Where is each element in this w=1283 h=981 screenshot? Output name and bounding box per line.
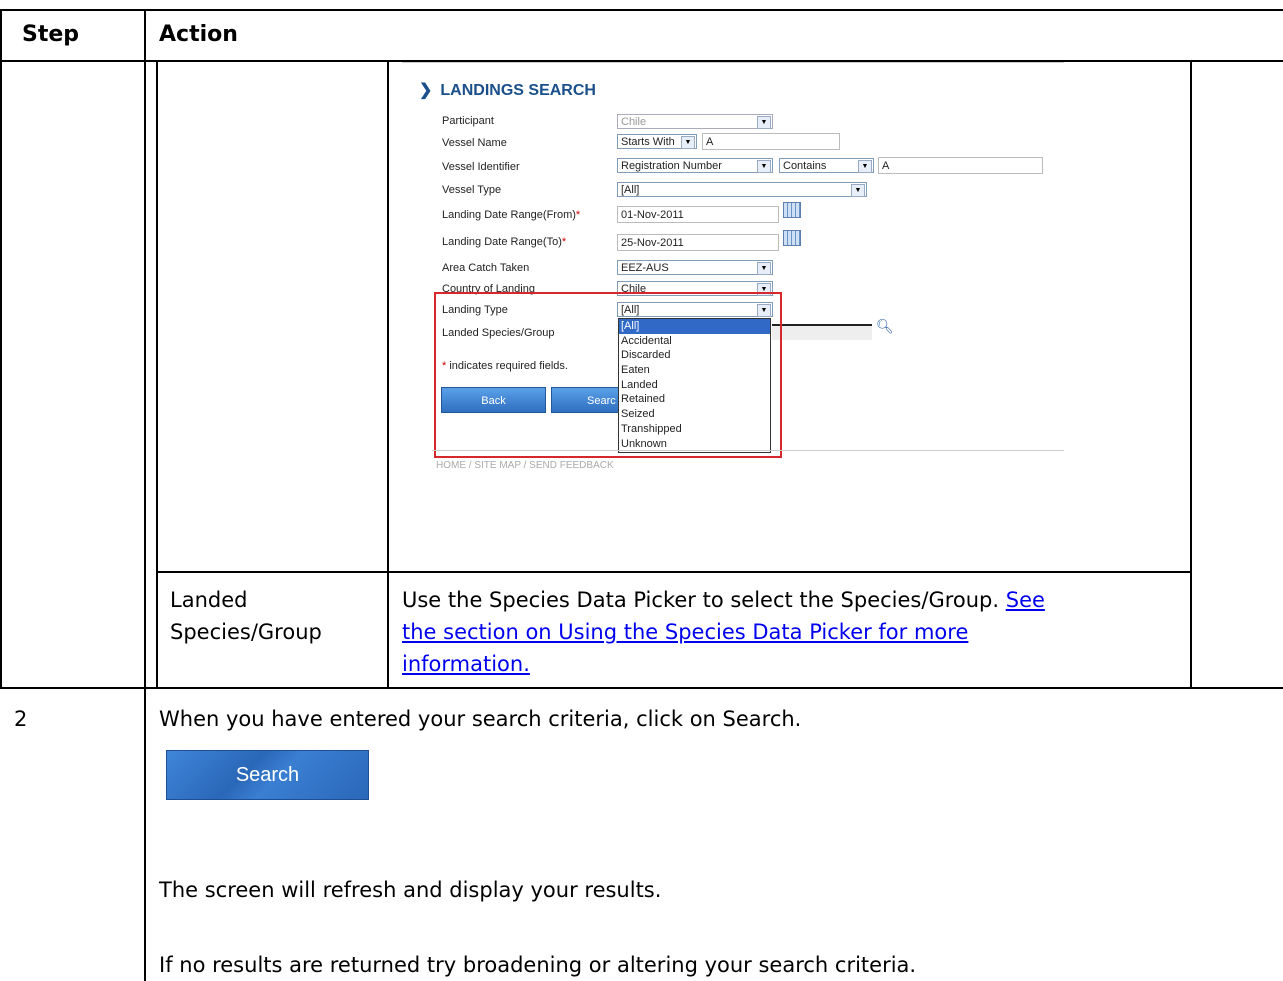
refresh-note: The screen will refresh and display your… [159, 878, 662, 902]
participant-label: Participant [442, 115, 494, 127]
vessel-type-select[interactable]: [All] ▼ [617, 182, 867, 197]
step-header: Step [22, 22, 80, 47]
vessel-identifier-type-value: Registration Number [621, 160, 722, 172]
date-from-label-text: Landing Date Range(From) [442, 209, 576, 221]
vessel-identifier-input[interactable]: A [878, 157, 1043, 174]
required-star: * [575, 209, 581, 221]
screenshot-title: ❯ LANDINGS SEARCH [419, 80, 596, 100]
action-header: Action [159, 22, 238, 47]
table-left-border [0, 9, 2, 689]
date-from-input[interactable]: 01-Nov-2011 [617, 206, 779, 223]
area-catch-label: Area Catch Taken [442, 262, 530, 274]
required-star: * [561, 236, 567, 248]
landings-search-screenshot: ❯ LANDINGS SEARCH Participant Vessel Name… [402, 62, 1064, 482]
chevron-down-icon: ▼ [851, 184, 865, 197]
nested-row-divider [156, 571, 1192, 573]
species-row-label: Landed Species/Group [170, 588, 322, 644]
vessel-name-operator-select[interactable]: Starts With ▼ [617, 134, 697, 149]
date-from-label: Landing Date Range(From)* [442, 209, 580, 221]
chevron-down-icon: ▼ [757, 262, 771, 275]
chevron-down-icon: ▼ [757, 160, 771, 173]
search-icon[interactable]: 🔍︎ [876, 318, 894, 335]
nested-left-border [156, 62, 158, 687]
date-to-input[interactable]: 25-Nov-2011 [617, 234, 779, 251]
species-group-underline [772, 324, 872, 326]
date-to-label: Landing Date Range(To)* [442, 236, 566, 248]
row2-instruction: When you have entered your search criter… [159, 707, 802, 731]
search-button-image: Search [166, 750, 369, 800]
chevron-down-icon: ▼ [858, 160, 872, 173]
screenshot-top-rule [402, 62, 1064, 63]
row2-top-border [0, 687, 1283, 689]
calendar-icon[interactable] [783, 202, 801, 218]
chevron-right-icon: ❯ [419, 82, 433, 99]
area-catch-value: EEZ-AUS [621, 262, 669, 274]
species-group-field[interactable] [772, 324, 872, 340]
area-catch-select[interactable]: EEZ-AUS ▼ [617, 260, 773, 275]
vessel-identifier-operator-value: Contains [783, 160, 827, 172]
nested-mid-divider [387, 62, 389, 687]
chevron-down-icon: ▼ [757, 116, 771, 129]
nested-right-border [1190, 62, 1192, 687]
vessel-name-operator-value: Starts With [621, 136, 675, 148]
participant-value: Chile [621, 116, 647, 128]
highlight-box [434, 292, 782, 458]
participant-select[interactable]: Chile ▼ [617, 114, 773, 129]
footer-links: HOME / SITE MAP / SEND FEEDBACK [436, 460, 614, 471]
footer-rule [432, 450, 1064, 451]
species-row-text: Use the Species Data Picker to select th… [402, 588, 1006, 612]
vessel-type-value: [All] [621, 184, 640, 196]
vessel-identifier-type-select[interactable]: Registration Number ▼ [617, 158, 773, 173]
no-results-note: If no results are returned try broadenin… [159, 953, 917, 977]
table-top-border [0, 9, 1283, 11]
step-number: 2 [14, 707, 28, 731]
vessel-identifier-operator-select[interactable]: Contains ▼ [779, 158, 874, 173]
vessel-type-label: Vessel Type [442, 184, 502, 196]
screenshot-title-text: LANDINGS SEARCH [440, 82, 596, 99]
step-column-divider [144, 9, 146, 981]
date-to-label-text: Landing Date Range(To) [442, 236, 562, 248]
calendar-icon[interactable] [783, 230, 801, 246]
vessel-name-label: Vessel Name [442, 137, 507, 149]
species-row-description: Use the Species Data Picker to select th… [402, 584, 1052, 680]
vessel-name-input[interactable]: A [702, 133, 840, 150]
vessel-identifier-label: Vessel Identifier [442, 161, 520, 173]
chevron-down-icon: ▼ [681, 136, 695, 149]
